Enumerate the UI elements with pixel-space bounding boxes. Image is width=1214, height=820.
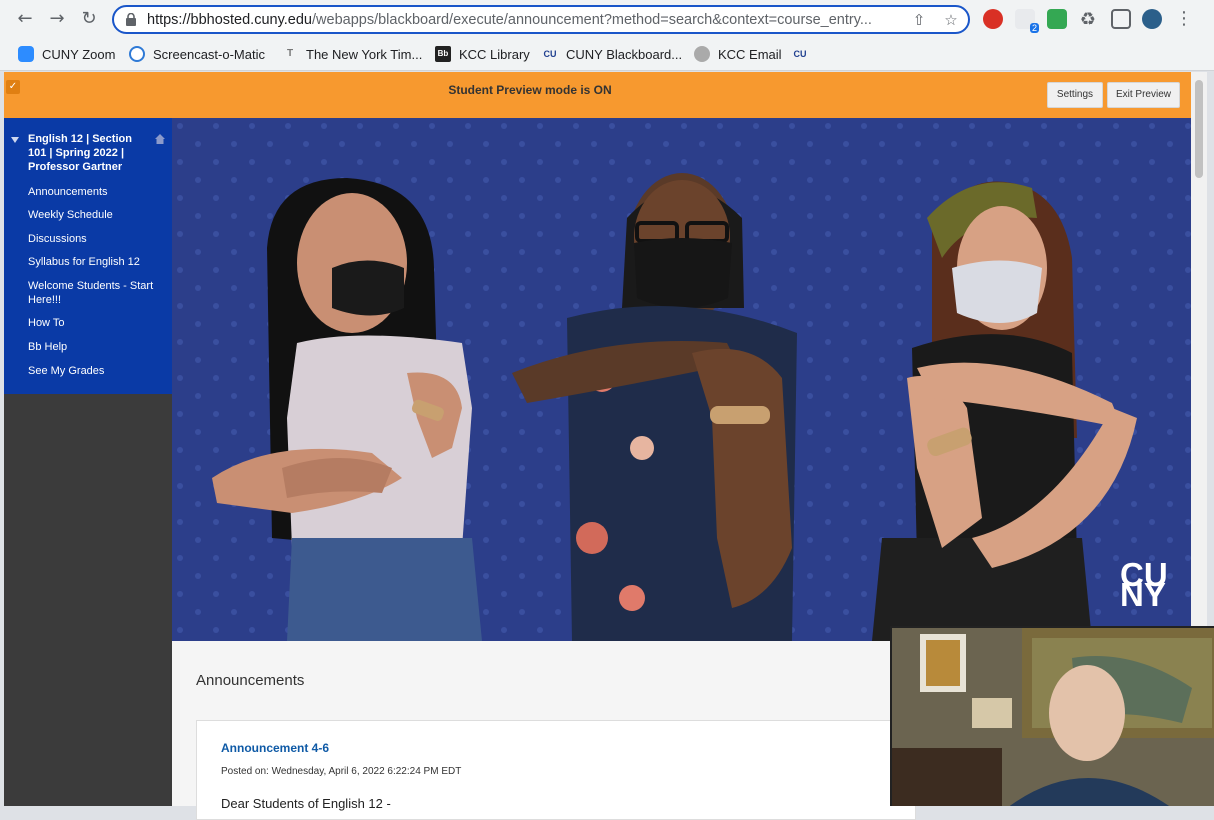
sidepanel-icon[interactable]: [1111, 9, 1131, 29]
settings-button[interactable]: Settings: [1047, 82, 1103, 108]
bookmark-cuny[interactable]: CU: [792, 44, 816, 64]
reload-icon[interactable]: ↻: [77, 7, 101, 31]
screenshot-extension-icon[interactable]: [1047, 9, 1067, 29]
page-title: Announcements: [196, 672, 305, 689]
menu-item-discussions[interactable]: Discussions: [28, 232, 162, 246]
bb-icon: Bb: [435, 46, 451, 62]
share-icon[interactable]: ⇧: [910, 11, 928, 29]
scroll-thumb[interactable]: [1195, 80, 1203, 178]
menu-item-announcements[interactable]: Announcements: [28, 185, 162, 199]
bookmark-kcc-library[interactable]: Bb KCC Library: [435, 44, 530, 64]
bookmark-label: KCC Email: [718, 46, 782, 62]
extension-icon[interactable]: 2: [1015, 9, 1039, 33]
zoom-icon: [18, 46, 34, 62]
extension-badge: 2: [1029, 23, 1039, 33]
banner-illustration: CU NY: [172, 118, 1191, 641]
exit-preview-button[interactable]: Exit Preview: [1107, 82, 1180, 108]
nyt-icon: T: [286, 48, 294, 59]
menu-item-welcome[interactable]: Welcome Students - Start Here!!!: [28, 279, 162, 307]
webcam-overlay: [890, 626, 1214, 806]
address-bar[interactable]: https://bbhosted.cuny.edu/webapps/blackb…: [112, 5, 970, 34]
back-arrow-icon[interactable]: ←: [13, 7, 37, 31]
browser-toolbar: ← → ↻ https://bbhosted.cuny.edu/webapps/…: [0, 0, 1214, 38]
announcement-title[interactable]: Announcement 4-6: [221, 741, 329, 755]
bookmark-label: Screencast-o-Matic: [153, 46, 265, 62]
bookmark-cuny-blackboard[interactable]: CU CUNY Blackboard...: [542, 44, 683, 64]
bookmark-label: The New York Tim...: [306, 46, 423, 62]
bookmark-label: CUNY Zoom: [42, 46, 116, 62]
puzzle-icon[interactable]: ♻: [1076, 8, 1100, 32]
bookmark-kcc-email[interactable]: KCC Email: [694, 44, 782, 64]
bookmark-label: KCC Library: [459, 46, 530, 62]
student-preview-bar: ✓ Student Preview mode is ON Settings Ex…: [4, 72, 1191, 118]
bookmarks-bar: CUNY Zoom Screencast-o-Matic T The New Y…: [0, 38, 1214, 71]
menu-dots-icon[interactable]: ⋮: [1172, 7, 1196, 31]
preview-message: Student Preview mode is ON: [448, 83, 612, 97]
globe-icon: [694, 46, 710, 62]
course-title[interactable]: English 12 | Section 101 | Spring 2022 |…: [28, 132, 152, 174]
cuny-icon: CU: [793, 49, 807, 59]
bookmark-nyt[interactable]: T The New York Tim...: [282, 44, 422, 64]
bookmark-label: CUNY Blackboard...: [566, 46, 683, 62]
announcement-card: Announcement 4-6 Posted on: Wednesday, A…: [196, 720, 916, 820]
menu-item-grades[interactable]: See My Grades: [28, 364, 162, 378]
menu-item-how-to[interactable]: How To: [28, 316, 162, 330]
opera-extension-icon[interactable]: [983, 9, 1003, 29]
url-text: https://bbhosted.cuny.edu/webapps/blackb…: [147, 12, 872, 28]
lock-icon: [126, 13, 136, 26]
webcam-video: [892, 628, 1214, 806]
screencast-icon: [129, 46, 145, 62]
cuny-logo-bottom: NY: [1120, 576, 1166, 613]
announcement-body: Dear Students of English 12 -: [221, 796, 391, 811]
bookmark-screencast[interactable]: Screencast-o-Matic: [129, 44, 265, 64]
profile-avatar[interactable]: [1142, 9, 1162, 29]
bookmark-cuny-zoom[interactable]: CUNY Zoom: [18, 44, 115, 64]
forward-arrow-icon[interactable]: →: [45, 7, 69, 31]
cuny-icon: CU: [543, 49, 557, 59]
collapse-triangle-icon[interactable]: [11, 137, 19, 143]
announcement-posted-date: Posted on: Wednesday, April 6, 2022 6:22…: [221, 766, 462, 777]
course-banner-image: CU NY: [172, 118, 1191, 641]
menu-item-syllabus[interactable]: Syllabus for English 12: [28, 255, 162, 269]
menu-item-bb-help[interactable]: Bb Help: [28, 340, 162, 354]
star-icon[interactable]: ☆: [942, 11, 960, 29]
course-menu: English 12 | Section 101 | Spring 2022 |…: [4, 118, 172, 394]
menu-item-weekly-schedule[interactable]: Weekly Schedule: [28, 208, 162, 222]
home-icon[interactable]: [154, 133, 166, 145]
